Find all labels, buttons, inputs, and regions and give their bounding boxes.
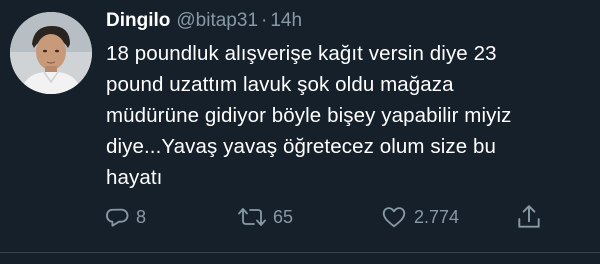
tweet-content: Dingilo @bitap31 · 14h 18 poundluk alışveri… (106, 6, 592, 193)
divider (0, 252, 600, 253)
like-count: 2.774 (414, 206, 460, 227)
tweet-actions: 8 65 2.774 (104, 202, 564, 232)
heart-icon (380, 204, 408, 230)
avatar[interactable] (10, 12, 92, 94)
like-button[interactable]: 2.774 (380, 202, 459, 232)
retweet-count: 65 (273, 206, 294, 227)
avatar-photo (10, 12, 92, 94)
retweet-button[interactable]: 65 (237, 202, 293, 232)
tweet-text: 18 poundluk alışverişe kağıt versin diye… (106, 42, 512, 189)
author-name[interactable]: Dingilo (106, 10, 170, 31)
tweet-timestamp[interactable]: 14h (270, 10, 302, 31)
tweet[interactable]: Dingilo @bitap31 · 14h 18 poundluk alışveri… (0, 0, 600, 264)
retweet-icon (237, 204, 267, 230)
share-button[interactable] (516, 202, 542, 232)
reply-icon (104, 204, 130, 230)
reply-button[interactable]: 8 (104, 202, 146, 232)
author-handle[interactable]: @bitap31 (176, 10, 258, 31)
separator-dot: · (261, 10, 268, 31)
tweet-header: Dingilo @bitap31 · 14h (106, 6, 592, 36)
share-icon (516, 203, 542, 231)
reply-count: 8 (136, 206, 147, 227)
